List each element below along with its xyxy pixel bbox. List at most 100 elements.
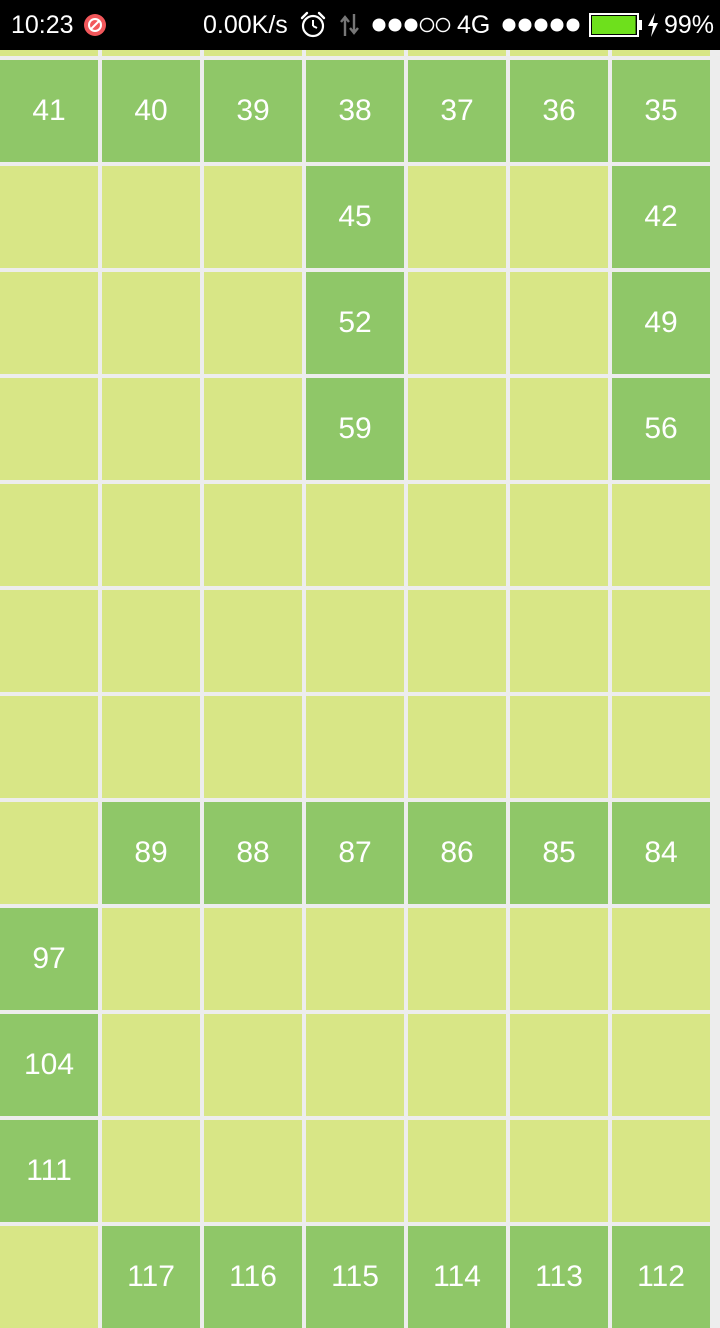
empty-tile[interactable] bbox=[408, 166, 506, 268]
signal-dot bbox=[550, 18, 564, 32]
battery-icon bbox=[589, 13, 643, 37]
empty-tile[interactable] bbox=[0, 802, 98, 904]
path-tile[interactable]: 115 bbox=[306, 1226, 404, 1328]
signal-dot bbox=[518, 18, 532, 32]
empty-tile[interactable] bbox=[102, 908, 200, 1010]
path-tile[interactable]: 56 bbox=[612, 378, 710, 480]
path-tile[interactable]: 37 bbox=[408, 60, 506, 162]
path-tile[interactable]: 40 bbox=[102, 60, 200, 162]
empty-tile[interactable] bbox=[306, 590, 404, 692]
path-tile[interactable]: 89 bbox=[102, 802, 200, 904]
signal-dot bbox=[435, 17, 451, 33]
empty-tile[interactable] bbox=[408, 1014, 506, 1116]
empty-tile[interactable] bbox=[408, 590, 506, 692]
path-tile[interactable]: 38 bbox=[306, 60, 404, 162]
path-tile[interactable]: 49 bbox=[612, 272, 710, 374]
empty-tile[interactable] bbox=[102, 484, 200, 586]
path-tile[interactable]: 116 bbox=[204, 1226, 302, 1328]
empty-tile[interactable] bbox=[204, 272, 302, 374]
empty-tile[interactable] bbox=[102, 272, 200, 374]
path-tile[interactable]: 84 bbox=[612, 802, 710, 904]
empty-tile[interactable] bbox=[612, 1120, 710, 1222]
empty-tile[interactable] bbox=[0, 1226, 98, 1328]
path-tile[interactable]: 114 bbox=[408, 1226, 506, 1328]
empty-tile[interactable] bbox=[306, 1014, 404, 1116]
empty-tile[interactable] bbox=[0, 166, 98, 268]
signal-dot bbox=[419, 17, 435, 33]
empty-tile[interactable] bbox=[612, 590, 710, 692]
empty-tile[interactable] bbox=[510, 378, 608, 480]
empty-tile[interactable] bbox=[204, 484, 302, 586]
empty-tile[interactable] bbox=[102, 590, 200, 692]
path-tile[interactable]: 42 bbox=[612, 166, 710, 268]
empty-tile[interactable] bbox=[102, 1014, 200, 1116]
empty-tile[interactable] bbox=[204, 166, 302, 268]
empty-tile[interactable] bbox=[510, 166, 608, 268]
path-tile[interactable]: 97 bbox=[0, 908, 98, 1010]
path-tile[interactable]: 85 bbox=[510, 802, 608, 904]
path-tile[interactable]: 86 bbox=[408, 802, 506, 904]
blocked-notification-icon bbox=[83, 13, 107, 37]
path-tile[interactable]: 112 bbox=[612, 1226, 710, 1328]
path-tile[interactable]: 39 bbox=[204, 60, 302, 162]
empty-tile[interactable] bbox=[510, 1014, 608, 1116]
path-tile[interactable]: 87 bbox=[306, 802, 404, 904]
empty-tile[interactable] bbox=[510, 696, 608, 798]
path-tile[interactable]: 59 bbox=[306, 378, 404, 480]
empty-tile[interactable] bbox=[306, 908, 404, 1010]
empty-tile[interactable] bbox=[612, 484, 710, 586]
signal-dot bbox=[404, 18, 418, 32]
empty-tile[interactable] bbox=[204, 378, 302, 480]
path-tile[interactable]: 111 bbox=[0, 1120, 98, 1222]
empty-tile[interactable] bbox=[510, 1120, 608, 1222]
battery-percentage: 99% bbox=[664, 11, 715, 39]
empty-tile[interactable] bbox=[408, 696, 506, 798]
empty-tile[interactable] bbox=[0, 378, 98, 480]
empty-tile[interactable] bbox=[612, 908, 710, 1010]
path-tile[interactable]: 35 bbox=[612, 60, 710, 162]
path-tile[interactable]: 52 bbox=[306, 272, 404, 374]
empty-tile[interactable] bbox=[408, 378, 506, 480]
empty-tile[interactable] bbox=[0, 696, 98, 798]
empty-tile[interactable] bbox=[102, 378, 200, 480]
alarm-clock-icon bbox=[299, 11, 327, 39]
status-bar: 10:23 0.00K/s 4G 99% bbox=[0, 0, 720, 50]
network-speed: 0.00K/s bbox=[203, 11, 288, 39]
empty-tile[interactable] bbox=[204, 1014, 302, 1116]
empty-tile[interactable] bbox=[0, 484, 98, 586]
path-tile[interactable]: 117 bbox=[102, 1226, 200, 1328]
empty-tile[interactable] bbox=[510, 272, 608, 374]
empty-tile[interactable] bbox=[306, 1120, 404, 1222]
empty-tile[interactable] bbox=[408, 1120, 506, 1222]
empty-tile[interactable] bbox=[408, 908, 506, 1010]
path-tile[interactable]: 113 bbox=[510, 1226, 608, 1328]
empty-tile[interactable] bbox=[204, 696, 302, 798]
empty-tile[interactable] bbox=[306, 696, 404, 798]
path-tile[interactable]: 88 bbox=[204, 802, 302, 904]
path-tile[interactable]: 104 bbox=[0, 1014, 98, 1116]
empty-tile[interactable] bbox=[408, 272, 506, 374]
empty-tile[interactable] bbox=[510, 590, 608, 692]
empty-tile[interactable] bbox=[102, 1120, 200, 1222]
empty-tile[interactable] bbox=[0, 590, 98, 692]
path-tile[interactable]: 45 bbox=[306, 166, 404, 268]
empty-tile[interactable] bbox=[612, 1014, 710, 1116]
empty-tile[interactable] bbox=[204, 590, 302, 692]
game-board: 41 40 39 38 37 36 35 45 42 52 49 59 56 89 88 87 86 85 84 97… bbox=[0, 0, 720, 1328]
empty-tile[interactable] bbox=[612, 696, 710, 798]
network-type: 4G bbox=[457, 11, 491, 39]
empty-tile[interactable] bbox=[306, 484, 404, 586]
empty-tile[interactable] bbox=[204, 908, 302, 1010]
empty-tile[interactable] bbox=[510, 908, 608, 1010]
empty-tile[interactable] bbox=[204, 1120, 302, 1222]
empty-tile[interactable] bbox=[510, 484, 608, 586]
signal-strength-icon bbox=[501, 17, 581, 33]
signal-dot bbox=[388, 18, 402, 32]
path-tile[interactable]: 41 bbox=[0, 60, 98, 162]
signal-dot bbox=[566, 18, 580, 32]
empty-tile[interactable] bbox=[0, 272, 98, 374]
empty-tile[interactable] bbox=[408, 484, 506, 586]
empty-tile[interactable] bbox=[102, 696, 200, 798]
path-tile[interactable]: 36 bbox=[510, 60, 608, 162]
empty-tile[interactable] bbox=[102, 166, 200, 268]
